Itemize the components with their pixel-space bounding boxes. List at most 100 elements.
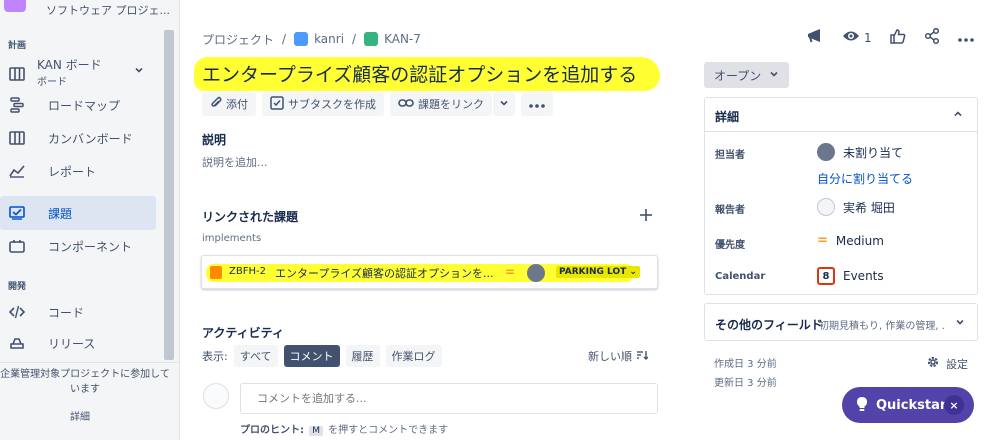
assign-to-me-link[interactable]: 自分に割り当てる bbox=[817, 170, 913, 187]
release-icon bbox=[8, 334, 26, 352]
filter-worklog[interactable]: 作業ログ bbox=[385, 345, 442, 367]
story-icon bbox=[364, 32, 379, 46]
show-label: 表示: bbox=[202, 350, 228, 363]
project-avatar-icon[interactable] bbox=[4, 0, 26, 12]
managed-project-details-link[interactable]: 詳細 bbox=[70, 408, 90, 423]
vote-button[interactable] bbox=[889, 28, 906, 47]
eye-icon bbox=[842, 29, 860, 46]
status-dropdown[interactable]: オープン bbox=[704, 62, 790, 88]
calendar-label: Calendar bbox=[715, 271, 766, 282]
attach-label: 添付 bbox=[226, 98, 248, 111]
report-icon bbox=[8, 162, 26, 180]
calendar-value: Events bbox=[843, 269, 884, 283]
sidebar-item-sublabel: ボード bbox=[37, 77, 67, 88]
sidebar-item-label: カンバンボード bbox=[48, 131, 133, 146]
sidebar-item-code[interactable]: コード bbox=[0, 296, 156, 328]
breadcrumb-projects[interactable]: プロジェクト bbox=[202, 31, 274, 48]
reporter-field[interactable]: 実希 堀田 bbox=[817, 198, 895, 216]
share-icon bbox=[924, 27, 940, 47]
share-button[interactable] bbox=[924, 27, 940, 47]
avatar bbox=[203, 383, 229, 409]
filter-history[interactable]: 履歴 bbox=[345, 345, 380, 367]
details-header[interactable]: 詳細 bbox=[705, 98, 977, 132]
sidebar-item-kan-board[interactable]: KAN ボード ボード bbox=[0, 58, 156, 90]
settings-button[interactable]: 設定 bbox=[926, 355, 968, 372]
sidebar-item-issues[interactable]: 課題 bbox=[0, 196, 156, 230]
priority-field[interactable]: = Medium bbox=[817, 233, 884, 248]
paperclip-icon bbox=[210, 96, 222, 113]
sidebar-item-components[interactable]: コンポーネント bbox=[0, 230, 156, 262]
sidebar-item-kanban-board[interactable]: カンバンボード bbox=[0, 122, 156, 154]
calendar-field[interactable]: 8 Events bbox=[817, 267, 884, 285]
sort-order-button[interactable]: 新しい順 bbox=[588, 348, 648, 364]
link-issue-split-button: 課題をリンク bbox=[390, 92, 515, 116]
breadcrumb-separator: / bbox=[282, 32, 287, 46]
breadcrumb: プロジェクト / kanri / KAN-7 bbox=[202, 30, 421, 48]
description-heading: 説明 bbox=[202, 133, 227, 147]
toolbar-more-button[interactable] bbox=[521, 92, 553, 116]
status-label: オープン bbox=[714, 68, 762, 83]
lightbulb-icon bbox=[856, 396, 868, 415]
section-label-plan: 計画 bbox=[8, 41, 27, 51]
assignee-field[interactable]: 未割り当て bbox=[817, 143, 903, 161]
sidebar-item-roadmap[interactable]: ロードマップ bbox=[0, 89, 156, 121]
unassigned-avatar-icon bbox=[817, 143, 835, 161]
linked-issue-key[interactable]: ZBFH-2 bbox=[229, 266, 266, 277]
project-name[interactable]: ソフトウェア プロジェ... bbox=[46, 2, 170, 18]
close-icon[interactable]: × bbox=[944, 395, 964, 415]
chevron-up-icon bbox=[953, 108, 963, 122]
plus-icon bbox=[640, 206, 652, 225]
project-icon bbox=[294, 32, 309, 46]
add-linked-issue-button[interactable] bbox=[640, 206, 652, 225]
feedback-button[interactable] bbox=[806, 28, 824, 47]
more-actions-button[interactable] bbox=[957, 31, 974, 45]
calendar-icon: 8 bbox=[817, 267, 835, 285]
board-icon bbox=[8, 129, 26, 147]
filter-all[interactable]: すべて bbox=[233, 345, 278, 367]
status-label: PARKING LOT bbox=[559, 267, 627, 277]
sidebar-divider bbox=[0, 362, 178, 363]
chevron-down-icon bbox=[499, 98, 509, 111]
link-issue-dropdown[interactable] bbox=[493, 92, 515, 116]
sidebar-item-label: 課題 bbox=[48, 206, 73, 221]
link-issue-button[interactable]: 課題をリンク bbox=[390, 92, 492, 116]
other-fields-summary: 初期見積もり, 作業の管理, ... bbox=[819, 321, 945, 332]
activity-heading: アクティビティ bbox=[202, 326, 284, 340]
pro-tip: プロのヒント: M を押すとコメントできます bbox=[240, 421, 448, 436]
chevron-down-icon[interactable] bbox=[134, 64, 144, 78]
sidebar-item-label: リリース bbox=[48, 336, 96, 351]
issue-title[interactable]: エンタープライズ顧客の認証オプションを追加する bbox=[202, 60, 637, 87]
link-type-label: implements bbox=[202, 233, 262, 244]
quickstart-label: Quickstart bbox=[876, 397, 953, 413]
breadcrumb-project[interactable]: kanri bbox=[314, 32, 344, 46]
create-subtask-button[interactable]: サブタスクを作成 bbox=[262, 92, 384, 116]
sidebar-item-label: コード bbox=[48, 305, 85, 320]
updated-date: 更新日 3 分前 bbox=[714, 378, 777, 389]
linked-issue-status-dropdown[interactable]: PARKING LOT ⌄ bbox=[556, 266, 640, 278]
other-fields-heading: その他のフィールド bbox=[715, 318, 823, 332]
watch-button[interactable]: 1 bbox=[842, 29, 872, 46]
sort-label: 新しい順 bbox=[588, 350, 632, 363]
sidebar-item-releases[interactable]: リリース bbox=[0, 327, 156, 359]
comment-input[interactable] bbox=[240, 383, 658, 414]
linked-issue-row[interactable]: ZBFH-2 エンタープライズ顧客の認証オプションを... = PARKING … bbox=[201, 255, 658, 289]
chevron-down-icon: ⌄ bbox=[629, 267, 637, 277]
avatar bbox=[527, 264, 545, 282]
linked-issue-summary[interactable]: エンタープライズ顧客の認証オプションを... bbox=[275, 265, 494, 281]
attach-button[interactable]: 添付 bbox=[202, 92, 256, 116]
other-fields-panel[interactable]: その他のフィールド 初期見積もり, 作業の管理, ... bbox=[704, 303, 978, 341]
gear-icon bbox=[926, 355, 940, 372]
epic-icon bbox=[210, 266, 222, 279]
component-icon bbox=[8, 237, 26, 255]
sidebar-scrollbar[interactable] bbox=[164, 30, 174, 360]
sidebar-item-label: ロードマップ bbox=[48, 98, 121, 113]
breadcrumb-issue-key[interactable]: KAN-7 bbox=[384, 32, 421, 46]
description-field[interactable]: 説明を追加... bbox=[202, 154, 268, 170]
filter-comments[interactable]: コメント bbox=[283, 345, 340, 367]
breadcrumb-separator: / bbox=[352, 32, 357, 46]
shortcut-key: M bbox=[309, 426, 323, 436]
sidebar-item-reports[interactable]: レポート bbox=[0, 155, 156, 187]
quickstart-button[interactable]: Quickstart × bbox=[842, 387, 974, 423]
megaphone-icon bbox=[806, 28, 824, 47]
link-issue-label: 課題をリンク bbox=[418, 98, 484, 111]
